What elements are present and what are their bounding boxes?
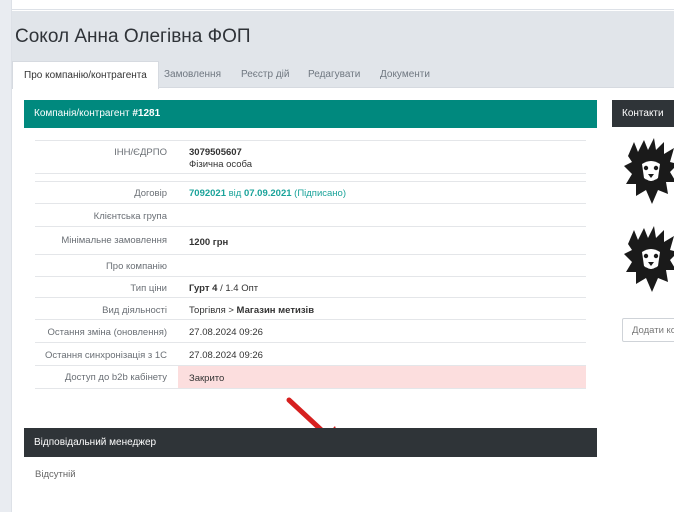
last-change-label: Остання зміна (оновлення) bbox=[47, 327, 167, 338]
info-row-price-type: Тип ціни Гурт 4 / 1.4 Опт bbox=[35, 276, 586, 297]
last-sync-label: Остання синхронізація з 1С bbox=[44, 350, 167, 361]
top-strip bbox=[0, 0, 674, 10]
contract-date: 07.09.2021 bbox=[243, 188, 292, 199]
tab-orders[interactable]: Замовлення bbox=[164, 61, 221, 88]
inn-label: ІНН/ЄДРПО bbox=[114, 147, 167, 158]
about-label: Про компанію bbox=[105, 261, 167, 272]
info-row-b2b-access: Доступ до b2b кабінету Закрито bbox=[35, 365, 586, 389]
activity-subcategory: Магазин метизів bbox=[236, 305, 315, 316]
info-row-activity: Вид діяльності Торгівля > Магазин метизі… bbox=[35, 297, 586, 319]
company-header-label: Компанія/контрагент #1281 bbox=[34, 108, 161, 119]
info-row-client-group: Клієнтська група bbox=[35, 203, 586, 226]
activity-label: Вид діяльності bbox=[102, 305, 167, 316]
contract-status: (Підписано) bbox=[294, 188, 346, 199]
contacts-panel-header: Контакти bbox=[612, 100, 674, 127]
tab-bar: Про компанію/контрагента Замовлення Реєс… bbox=[12, 61, 674, 89]
b2b-access-status: Закрито bbox=[189, 373, 225, 384]
contract-value: 7092021 від 07.09.2021 (Підписано) bbox=[189, 188, 346, 199]
add-contact-label: Додати ко bbox=[632, 325, 674, 336]
activity-value: Торгівля > Магазин метизів bbox=[189, 305, 314, 316]
tab-action-log[interactable]: Реєстр дій bbox=[241, 61, 289, 88]
price-type-detail: / 1.4 Опт bbox=[217, 283, 259, 294]
left-sidebar-strip bbox=[0, 0, 12, 512]
contract-from-text: від bbox=[228, 188, 242, 199]
manager-panel-header: Відповідальний менеджер bbox=[24, 428, 597, 457]
company-panel-header: Компанія/контрагент #1281 bbox=[24, 100, 597, 128]
lion-avatar-icon[interactable] bbox=[622, 138, 674, 210]
inn-subvalue: Фізична особа bbox=[189, 159, 253, 170]
client-group-label: Клієнтська група bbox=[93, 211, 167, 222]
page-title: Сокол Анна Олегівна ФОП bbox=[15, 26, 251, 47]
add-contact-button[interactable]: Додати ко bbox=[622, 318, 674, 342]
price-type-group: Гурт 4 bbox=[189, 283, 218, 294]
activity-category: Торгівля > bbox=[189, 305, 237, 316]
min-order-value: 1200 грн bbox=[189, 237, 229, 248]
inn-value: 3079505607 bbox=[189, 147, 242, 158]
page-header: Сокол Анна Олегівна ФОП bbox=[12, 11, 674, 61]
tab-about-company[interactable]: Про компанію/контрагента bbox=[12, 61, 159, 89]
company-number: #1281 bbox=[132, 108, 161, 119]
contract-label: Договір bbox=[134, 188, 167, 199]
info-row-min-order: Мінімальне замовлення 1200 грн bbox=[35, 226, 586, 254]
contract-number-link[interactable]: 7092021 bbox=[189, 188, 226, 199]
manager-value: Відсутній bbox=[35, 469, 76, 480]
info-row-last-change: Остання зміна (оновлення) 27.08.2024 09:… bbox=[35, 319, 586, 342]
lion-avatar-icon[interactable] bbox=[622, 226, 674, 298]
last-change-value: 27.08.2024 09:26 bbox=[189, 327, 263, 338]
tab-documents[interactable]: Документи bbox=[380, 61, 430, 88]
manager-header-label: Відповідальний менеджер bbox=[34, 437, 157, 448]
b2b-access-label: Доступ до b2b кабінету bbox=[35, 366, 178, 388]
info-row-last-sync: Остання синхронізація з 1С 27.08.2024 09… bbox=[35, 342, 586, 365]
contacts-header-label: Контакти bbox=[622, 108, 664, 119]
info-row-about: Про компанію bbox=[35, 254, 586, 276]
price-type-value: Гурт 4 / 1.4 Опт bbox=[189, 283, 258, 294]
price-type-label: Тип ціни bbox=[130, 283, 167, 294]
tab-edit[interactable]: Редагувати bbox=[308, 61, 360, 88]
last-sync-value: 27.08.2024 09:26 bbox=[189, 350, 263, 361]
info-row-inn: ІНН/ЄДРПО 3079505607 Фізична особа bbox=[35, 140, 586, 173]
info-row-spacer bbox=[35, 173, 586, 181]
info-row-contract: Договір 7092021 від 07.09.2021 (Підписан… bbox=[35, 181, 586, 203]
min-order-label: Мінімальне замовлення bbox=[61, 235, 167, 246]
